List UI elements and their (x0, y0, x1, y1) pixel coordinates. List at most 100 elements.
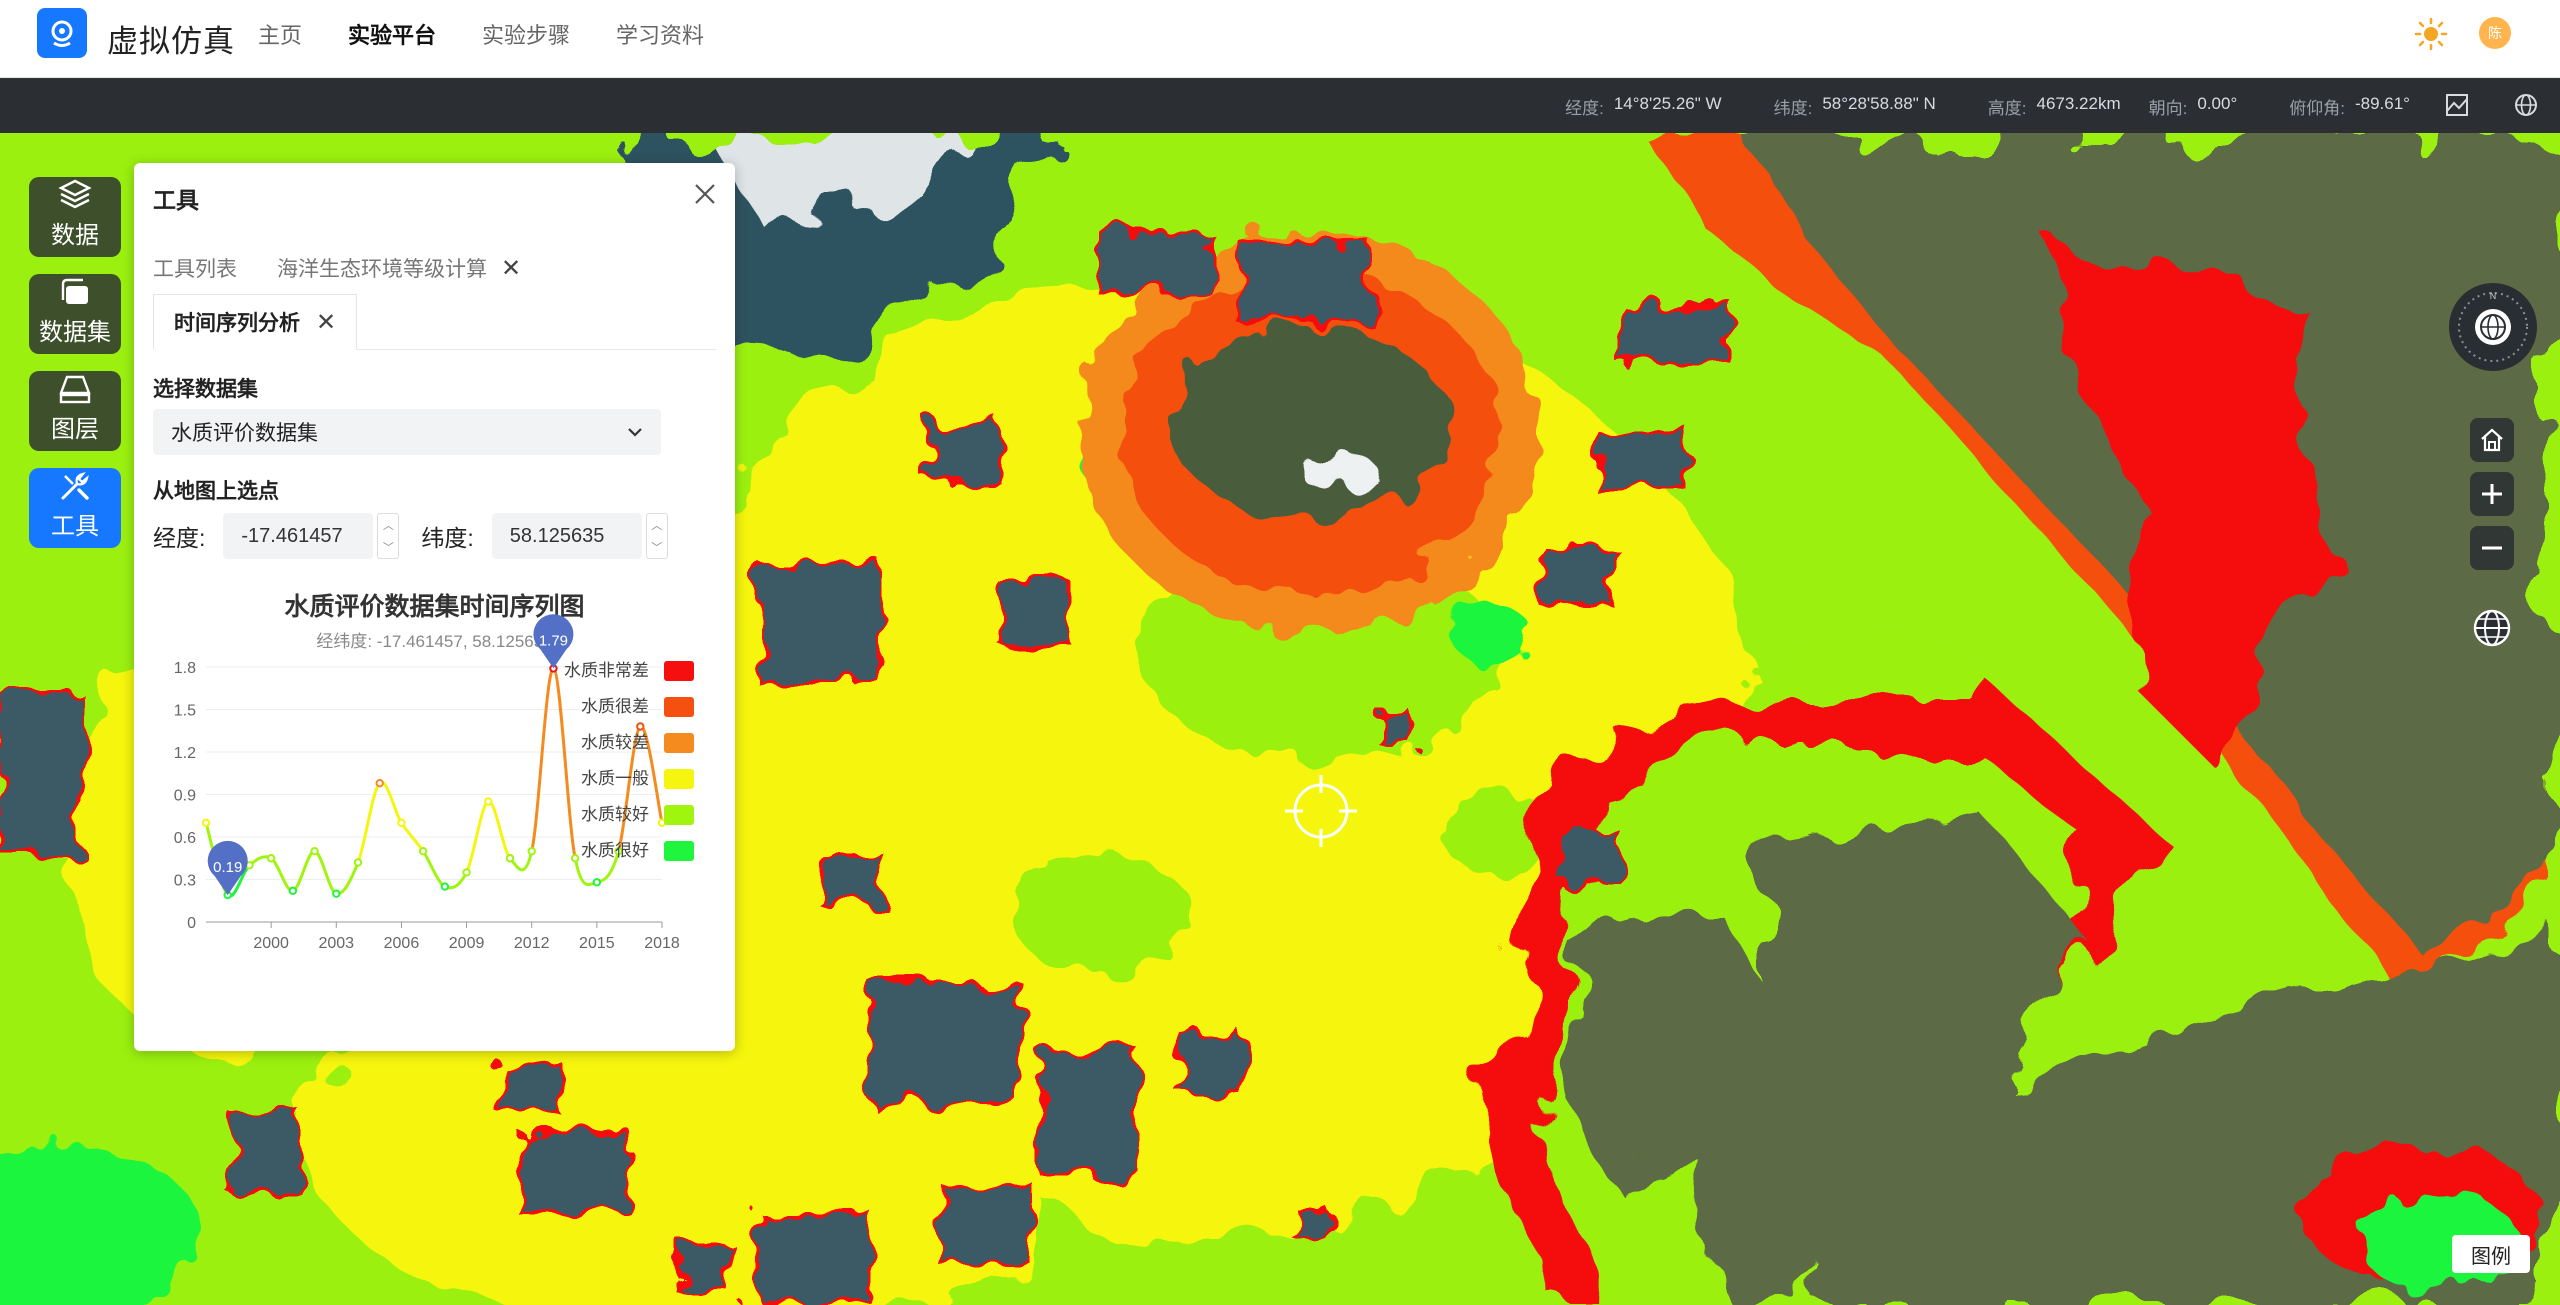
panel-title: 工具 (153, 187, 199, 213)
compass-icon: N (2458, 291, 2528, 362)
data-point (570, 854, 580, 863)
chevron-down-icon[interactable]: ﹀ (651, 539, 662, 555)
dataset-select[interactable]: 水质评价数据集 (153, 409, 661, 455)
theme-sun-icon[interactable] (2414, 17, 2448, 51)
data-point (636, 722, 645, 731)
legend-label: 水质较好 (581, 805, 649, 824)
legend-button[interactable]: 图例 (2452, 1235, 2530, 1273)
legend-swatch (664, 769, 694, 789)
series-line-segment (530, 666, 555, 852)
sidebar-item-label: 数据集 (39, 319, 111, 346)
dataset-icon (61, 278, 88, 304)
sidebar-item-label: 工具 (51, 513, 99, 540)
x-tick-label: 2015 (579, 935, 615, 952)
zoom-in-button[interactable] (2470, 472, 2514, 516)
data-point (288, 886, 298, 896)
layers-stack-icon (58, 179, 92, 209)
legend-label: 水质非常差 (564, 661, 649, 680)
x-tick-label: 2012 (514, 935, 550, 952)
status-heading: 朝向: 0.00° (2148, 93, 2238, 118)
lat-stepper[interactable]: ︿ ﹀ (645, 513, 668, 559)
user-avatar[interactable]: 陈 (2479, 17, 2511, 49)
series-line-segment (291, 849, 316, 893)
nav-item-materials[interactable]: 学习资料 (616, 20, 704, 52)
legend-swatch (664, 697, 694, 717)
chevron-down-icon[interactable]: ﹀ (383, 539, 394, 555)
close-tab-icon[interactable]: ✕ (501, 254, 521, 283)
app-logo-icon[interactable] (37, 8, 87, 58)
sidebar-item-label: 数据 (51, 222, 99, 249)
dataset-label: 选择数据集 (153, 378, 258, 401)
x-tick-label: 2000 (253, 935, 289, 952)
nav-item-home[interactable]: 主页 (258, 20, 302, 52)
coord-row: 经度: -17.461457 ︿ ﹀ 纬度: 58.125635 ︿ ﹀ (153, 513, 668, 559)
zoom-out-button[interactable] (2470, 526, 2514, 570)
sidebar-item-tools[interactable]: 工具 (29, 468, 121, 548)
panel-tabs: 工具列表 海洋生态环境等级计算 ✕ (153, 253, 561, 283)
main-nav: 主页 实验平台 实验步骤 学习资料 (258, 20, 750, 52)
data-point (353, 858, 363, 867)
series-line-segment (270, 856, 294, 893)
lat-label: 纬度: (421, 525, 474, 551)
compass-widget[interactable]: N (2449, 283, 2537, 371)
legend-label: 水质较差 (581, 733, 649, 752)
time-series-chart: 水质评价数据集时间序列图 经纬度: -17.461457, 58.125635 … (134, 573, 735, 1013)
max-marker-label: 1.79 (539, 632, 568, 649)
series-line-segment (313, 849, 338, 896)
x-tick-label: 2003 (318, 935, 354, 952)
tab-time-series[interactable]: 时间序列分析 ✕ (153, 294, 358, 350)
series-line-segment (378, 781, 403, 824)
close-tab-icon[interactable]: ✕ (316, 308, 336, 337)
chevron-down-icon (628, 428, 642, 437)
nav-item-platform[interactable]: 实验平台 (348, 20, 436, 52)
data-point (418, 846, 428, 856)
lon-label: 经度: (153, 525, 206, 551)
y-tick-label: 1.2 (174, 745, 196, 762)
y-tick-label: 0.9 (174, 788, 196, 805)
lat-input[interactable]: 58.125635 (491, 513, 642, 559)
data-point (505, 854, 515, 863)
layer-icon (59, 375, 91, 404)
legend-swatch (664, 841, 694, 861)
x-tick-label: 2009 (449, 935, 485, 952)
chevron-up-icon[interactable]: ︿ (651, 517, 662, 533)
min-marker-label: 0.19 (213, 859, 242, 876)
data-point (484, 797, 493, 806)
sidebar-item-layer[interactable]: 图层 (29, 371, 121, 451)
plus-icon (2482, 484, 2502, 504)
legend-label: 水质一般 (581, 769, 649, 788)
chevron-up-icon[interactable]: ︿ (383, 517, 394, 533)
data-point (592, 878, 602, 887)
status-longitude: 经度: 14°8'25.26" W (1565, 93, 1722, 118)
nav-item-steps[interactable]: 实验步骤 (482, 20, 570, 52)
pick-point-label: 从地图上选点 (153, 480, 279, 503)
globe-view-button[interactable] (2470, 606, 2514, 650)
globe-icon[interactable] (2511, 90, 2541, 120)
globe-icon (2473, 609, 2511, 647)
data-point (201, 818, 211, 828)
y-tick-label: 1.5 (174, 703, 196, 720)
legend-swatch (664, 661, 694, 681)
series-line-segment (421, 850, 446, 888)
tab-tool-list[interactable]: 工具列表 (153, 253, 237, 283)
close-icon[interactable] (690, 179, 720, 209)
home-button[interactable] (2470, 418, 2514, 462)
lon-stepper[interactable]: ︿ ﹀ (377, 513, 400, 559)
sidebar-item-dataset[interactable]: 数据集 (29, 274, 121, 354)
data-point (440, 882, 450, 891)
image-layer-icon[interactable] (2442, 90, 2472, 120)
tab-eco-level[interactable]: 海洋生态环境等级计算 ✕ (277, 253, 521, 283)
y-tick-label: 0.3 (174, 873, 196, 890)
data-point (397, 818, 406, 828)
top-navbar: 虚拟仿真 主页 实验平台 实验步骤 学习资料 陈 (0, 0, 2560, 78)
x-tick-label: 2018 (644, 935, 680, 952)
sidebar-item-data[interactable]: 数据 (29, 177, 121, 257)
legend-label: 水质很好 (581, 841, 649, 860)
x-tick-label: 2006 (384, 935, 420, 952)
data-point (527, 846, 536, 856)
y-tick-label: 0.6 (174, 830, 196, 847)
legend-swatch (664, 805, 694, 825)
series-line-segment (356, 782, 381, 864)
lon-input[interactable]: -17.461457 (223, 513, 374, 559)
data-point (266, 854, 276, 863)
